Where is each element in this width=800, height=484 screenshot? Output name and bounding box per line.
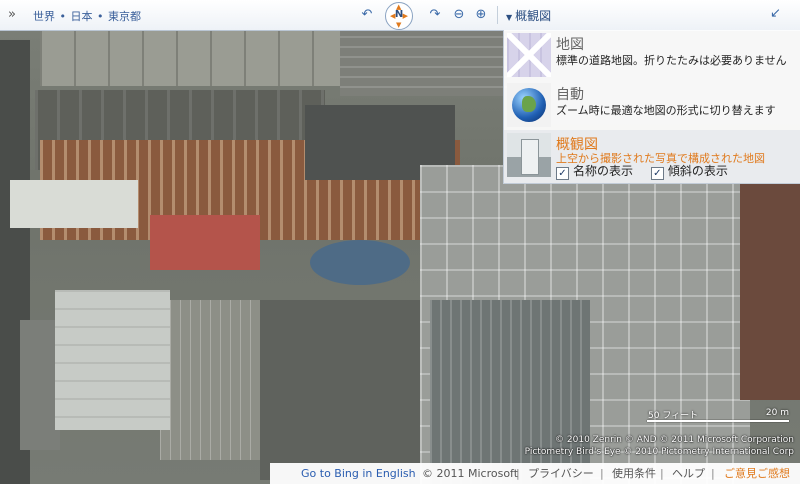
- breadcrumb-item[interactable]: 東京都: [108, 10, 141, 23]
- breadcrumb-separator: •: [97, 10, 104, 23]
- view-option-description: ズーム時に最適な地図の形式に切り替えます: [556, 104, 776, 117]
- compass-label: N: [394, 9, 404, 20]
- dropdown-arrow-icon: ▼: [506, 13, 513, 22]
- toolbar-divider: [497, 6, 498, 24]
- feedback-link[interactable]: ご意見ご感想: [724, 463, 790, 484]
- page-footer: Go to Bing in English © 2011 Microsoft |…: [270, 463, 800, 484]
- map-building: [55, 290, 170, 430]
- view-options-panel: 地図 標準の道路地図。折りたたみは必要ありません 自動 ズーム時に最適な地図の形…: [503, 30, 800, 184]
- footer-separator: |: [600, 467, 604, 480]
- view-settings-checkboxes: ✓ 名称の表示 ✓ 傾斜の表示: [556, 162, 742, 180]
- road-map-thumbnail-icon: [507, 33, 551, 77]
- footer-separator: |: [711, 467, 715, 480]
- map-building: [10, 180, 138, 228]
- breadcrumb-item[interactable]: 世界: [33, 10, 55, 23]
- show-tilt-checkbox[interactable]: ✓ 傾斜の表示: [650, 162, 728, 180]
- map-copyright: © 2010 Zenrin © AND © 2011 Microsoft Cor…: [525, 434, 794, 458]
- terms-link[interactable]: 使用条件: [612, 463, 656, 484]
- help-link[interactable]: ヘルプ: [672, 463, 705, 484]
- breadcrumb-separator: •: [59, 10, 67, 23]
- birds-eye-thumbnail-icon: [507, 133, 551, 177]
- copyright-line: Pictometry Bird's Eye © 2010 Pictometry …: [524, 447, 794, 457]
- compass[interactable]: ◀ ▶ ▲ ▼ N: [385, 2, 413, 30]
- checkbox-label: 傾斜の表示: [667, 164, 728, 178]
- checkbox-checked-icon: ✓: [650, 167, 664, 180]
- checkbox-checked-icon: ✓: [556, 167, 569, 180]
- rotate-right-icon[interactable]: ↷: [427, 7, 443, 23]
- rotate-left-icon[interactable]: ↶: [359, 7, 375, 23]
- map-road: [260, 300, 420, 480]
- view-option-auto[interactable]: 自動 ズーム時に最適な地図の形式に切り替えます: [504, 80, 800, 130]
- view-option-road[interactable]: 地図 標準の道路地図。折りたたみは必要ありません: [504, 30, 800, 80]
- scale-bar: 50 フィート 20 m: [645, 408, 795, 422]
- zoom-in-icon[interactable]: ⊕: [473, 7, 489, 23]
- footer-separator: |: [516, 467, 520, 480]
- breadcrumb: 世界 • 日本 • 東京都: [33, 8, 141, 24]
- copyright-line: © 2010 Zenrin © AND © 2011 Microsoft Cor…: [555, 435, 794, 445]
- show-labels-checkbox[interactable]: ✓ 名称の表示: [556, 162, 633, 180]
- view-option-description: 標準の道路地図。折りたたみは必要ありません: [556, 54, 787, 67]
- map-platform-roof: [340, 26, 510, 96]
- map-building: [740, 180, 800, 400]
- view-option-title: 自動: [556, 87, 584, 103]
- map-plaza: [150, 215, 260, 270]
- scale-label-metric: 20 m: [765, 408, 789, 418]
- privacy-link[interactable]: プライバシー: [528, 463, 594, 484]
- zoom-out-icon[interactable]: ⊖: [451, 7, 467, 23]
- view-option-title: 地図: [556, 37, 584, 53]
- breadcrumb-item[interactable]: 日本: [71, 10, 93, 23]
- map-navigation: ↶ ◀ ▶ ▲ ▼ N ↷ ⊖ ⊕: [355, 2, 495, 30]
- footer-copyright: © 2011 Microsoft: [422, 467, 519, 480]
- map-platform-roof: [40, 28, 340, 86]
- expand-icon[interactable]: »: [8, 8, 22, 22]
- view-dropdown-label: 概観図: [515, 9, 552, 23]
- globe-thumbnail-icon: [507, 83, 551, 127]
- scale-line: [647, 420, 789, 422]
- checkbox-label: 名称の表示: [573, 164, 634, 178]
- pan-down-icon[interactable]: ▼: [396, 21, 401, 29]
- map-dome: [310, 240, 410, 285]
- map-building: [20, 320, 60, 450]
- footer-separator: |: [660, 467, 664, 480]
- minimize-icon[interactable]: ↙: [770, 6, 786, 22]
- view-dropdown[interactable]: ▼ 概観図: [506, 7, 551, 24]
- map-toolbar: » 世界 • 日本 • 東京都 ↶ ◀ ▶ ▲ ▼ N ↷ ⊖ ⊕ ▼ 概観図 ↙: [0, 0, 800, 31]
- english-site-link[interactable]: Go to Bing in English: [301, 463, 416, 484]
